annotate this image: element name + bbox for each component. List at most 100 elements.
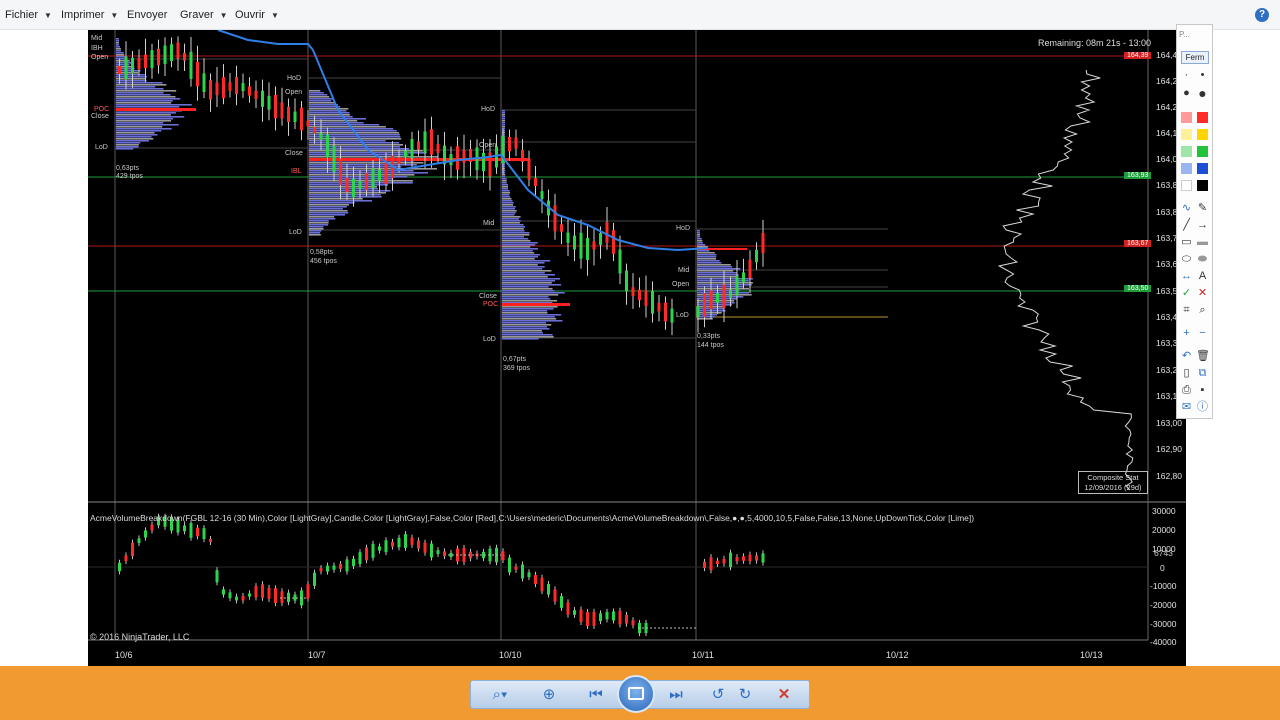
profile-bar <box>502 178 507 180</box>
rectangle-icon[interactable]: ▭ <box>1180 236 1193 249</box>
delete-icon[interactable]: ✕ <box>773 686 795 704</box>
indicator-candle <box>761 553 765 563</box>
pen-size-medium-icon[interactable]: • <box>1196 69 1209 82</box>
filled-rectangle-icon[interactable]: ▬ <box>1196 236 1209 249</box>
profile-bar <box>697 300 735 302</box>
palette-close-button[interactable]: Ferm <box>1181 51 1209 64</box>
color-swatch-white[interactable] <box>1181 180 1192 191</box>
viewer-control-bar: ⌕▾ ⊕ ⏮ ⏭ ↺ ↻ ✕ <box>0 666 1280 720</box>
color-swatch-blue[interactable] <box>1197 163 1208 174</box>
trash-icon[interactable]: 🗑 <box>1196 350 1210 363</box>
candle-body <box>131 57 134 74</box>
zoom-icon[interactable]: ⌕▾ <box>489 686 511 704</box>
color-swatch-light-yellow[interactable] <box>1181 129 1192 140</box>
candle-body <box>599 233 602 245</box>
color-swatch-green[interactable] <box>1197 146 1208 157</box>
email-icon[interactable]: ✉ <box>1180 401 1193 414</box>
color-swatch-red[interactable] <box>1197 112 1208 123</box>
candle-body <box>579 232 583 259</box>
filled-ellipse-icon[interactable]: ⬬ <box>1196 253 1209 266</box>
crop-icon[interactable]: ⌗ <box>1180 304 1193 317</box>
menu-envoyer[interactable]: Envoyer <box>127 9 167 21</box>
ellipse-icon[interactable]: ⬭ <box>1180 253 1193 266</box>
pen-size-large-icon[interactable]: ● <box>1180 87 1193 100</box>
candle-body <box>735 275 739 296</box>
profile-bar <box>309 136 401 138</box>
copyright-text: © 2016 NinjaTrader, LLC <box>90 632 190 642</box>
profile-bar <box>309 102 335 104</box>
info-icon[interactable]: ⓘ <box>1196 401 1209 414</box>
double-arrow-icon[interactable]: ↔ <box>1180 270 1193 283</box>
profile-bar <box>116 122 164 124</box>
menu-fichier[interactable]: Fichier ▼ <box>5 9 52 21</box>
color-swatch-light-red[interactable] <box>1181 112 1192 123</box>
rotate-left-icon[interactable]: ↺ <box>707 686 729 704</box>
profile-bar <box>309 144 404 146</box>
profile-bar <box>502 330 542 332</box>
magnifier-icon[interactable]: ⌕ <box>1196 304 1209 317</box>
cross-icon[interactable]: ✕ <box>1196 287 1209 300</box>
profile-bar <box>697 236 701 238</box>
profile-bar <box>309 96 330 98</box>
color-swatch-black[interactable] <box>1197 180 1208 191</box>
rotate-right-icon[interactable]: ↻ <box>734 686 756 704</box>
arrow-icon[interactable]: → <box>1196 219 1209 232</box>
profile-label: LoD <box>95 144 108 151</box>
profile-bar <box>309 164 417 166</box>
profile-bar <box>116 100 173 102</box>
candle-body <box>144 54 147 69</box>
candle-body <box>209 80 212 100</box>
freehand-icon[interactable]: ∿ <box>1180 202 1193 215</box>
plus-icon[interactable]: + <box>1180 327 1193 340</box>
profile-bar <box>502 332 543 334</box>
candle-body <box>170 44 173 62</box>
print-icon[interactable]: ⎙ <box>1180 384 1193 397</box>
slideshow-button[interactable] <box>617 675 655 713</box>
profile-bar <box>116 98 181 100</box>
color-swatch-yellow[interactable] <box>1197 129 1208 140</box>
indicator-candle <box>287 592 290 603</box>
menu-imprimer[interactable]: Imprimer ▼ <box>61 9 118 21</box>
profile-bar <box>502 306 558 308</box>
profile-bar <box>697 260 720 262</box>
candle-body <box>553 205 557 232</box>
pen-size-small-icon[interactable]: · <box>1180 69 1193 82</box>
check-icon[interactable]: ✓ <box>1180 287 1193 300</box>
color-swatch-light-blue[interactable] <box>1181 163 1192 174</box>
profile-bar <box>502 238 529 240</box>
minus-icon[interactable]: − <box>1196 327 1209 340</box>
candle-body <box>365 172 368 191</box>
fit-icon[interactable]: ⊕ <box>538 686 560 704</box>
profile-label: LoD <box>483 336 496 343</box>
candle-body <box>703 292 706 318</box>
candle-body <box>462 149 466 163</box>
profile-bar <box>502 218 520 220</box>
indicator-candle <box>313 572 316 586</box>
profile-bar <box>502 176 506 178</box>
profile-bar <box>502 316 555 318</box>
undo-icon[interactable]: ↶ <box>1180 350 1193 363</box>
color-swatch-light-green[interactable] <box>1181 146 1192 157</box>
copy-icon[interactable]: ⧉ <box>1196 367 1209 380</box>
profile-bar <box>502 298 551 300</box>
pencil-icon[interactable]: ✎ <box>1196 202 1209 215</box>
candle-body <box>625 270 628 292</box>
next-icon[interactable]: ⏭ <box>665 686 687 704</box>
save-icon[interactable]: ▪ <box>1196 384 1209 397</box>
profile-bar <box>309 224 329 226</box>
previous-icon[interactable]: ⏮ <box>585 686 607 704</box>
menu-graver[interactable]: Graver ▼ <box>180 9 228 21</box>
date-label: 10/7 <box>308 650 326 660</box>
menu-ouvrir[interactable]: Ouvrir ▼ <box>235 9 279 21</box>
profile-bar <box>502 208 515 210</box>
candle-body <box>729 289 732 298</box>
profile-bar <box>116 132 155 134</box>
chevron-down-icon: ▼ <box>44 11 52 20</box>
line-icon[interactable]: ╱ <box>1180 219 1193 232</box>
help-icon[interactable]: ? <box>1255 8 1269 22</box>
pen-size-xlarge-icon[interactable]: ● <box>1196 86 1209 100</box>
indicator-candle <box>189 522 193 538</box>
profile-bar <box>116 62 132 64</box>
text-icon[interactable]: A <box>1196 270 1209 283</box>
new-page-icon[interactable]: ▯ <box>1180 367 1193 380</box>
